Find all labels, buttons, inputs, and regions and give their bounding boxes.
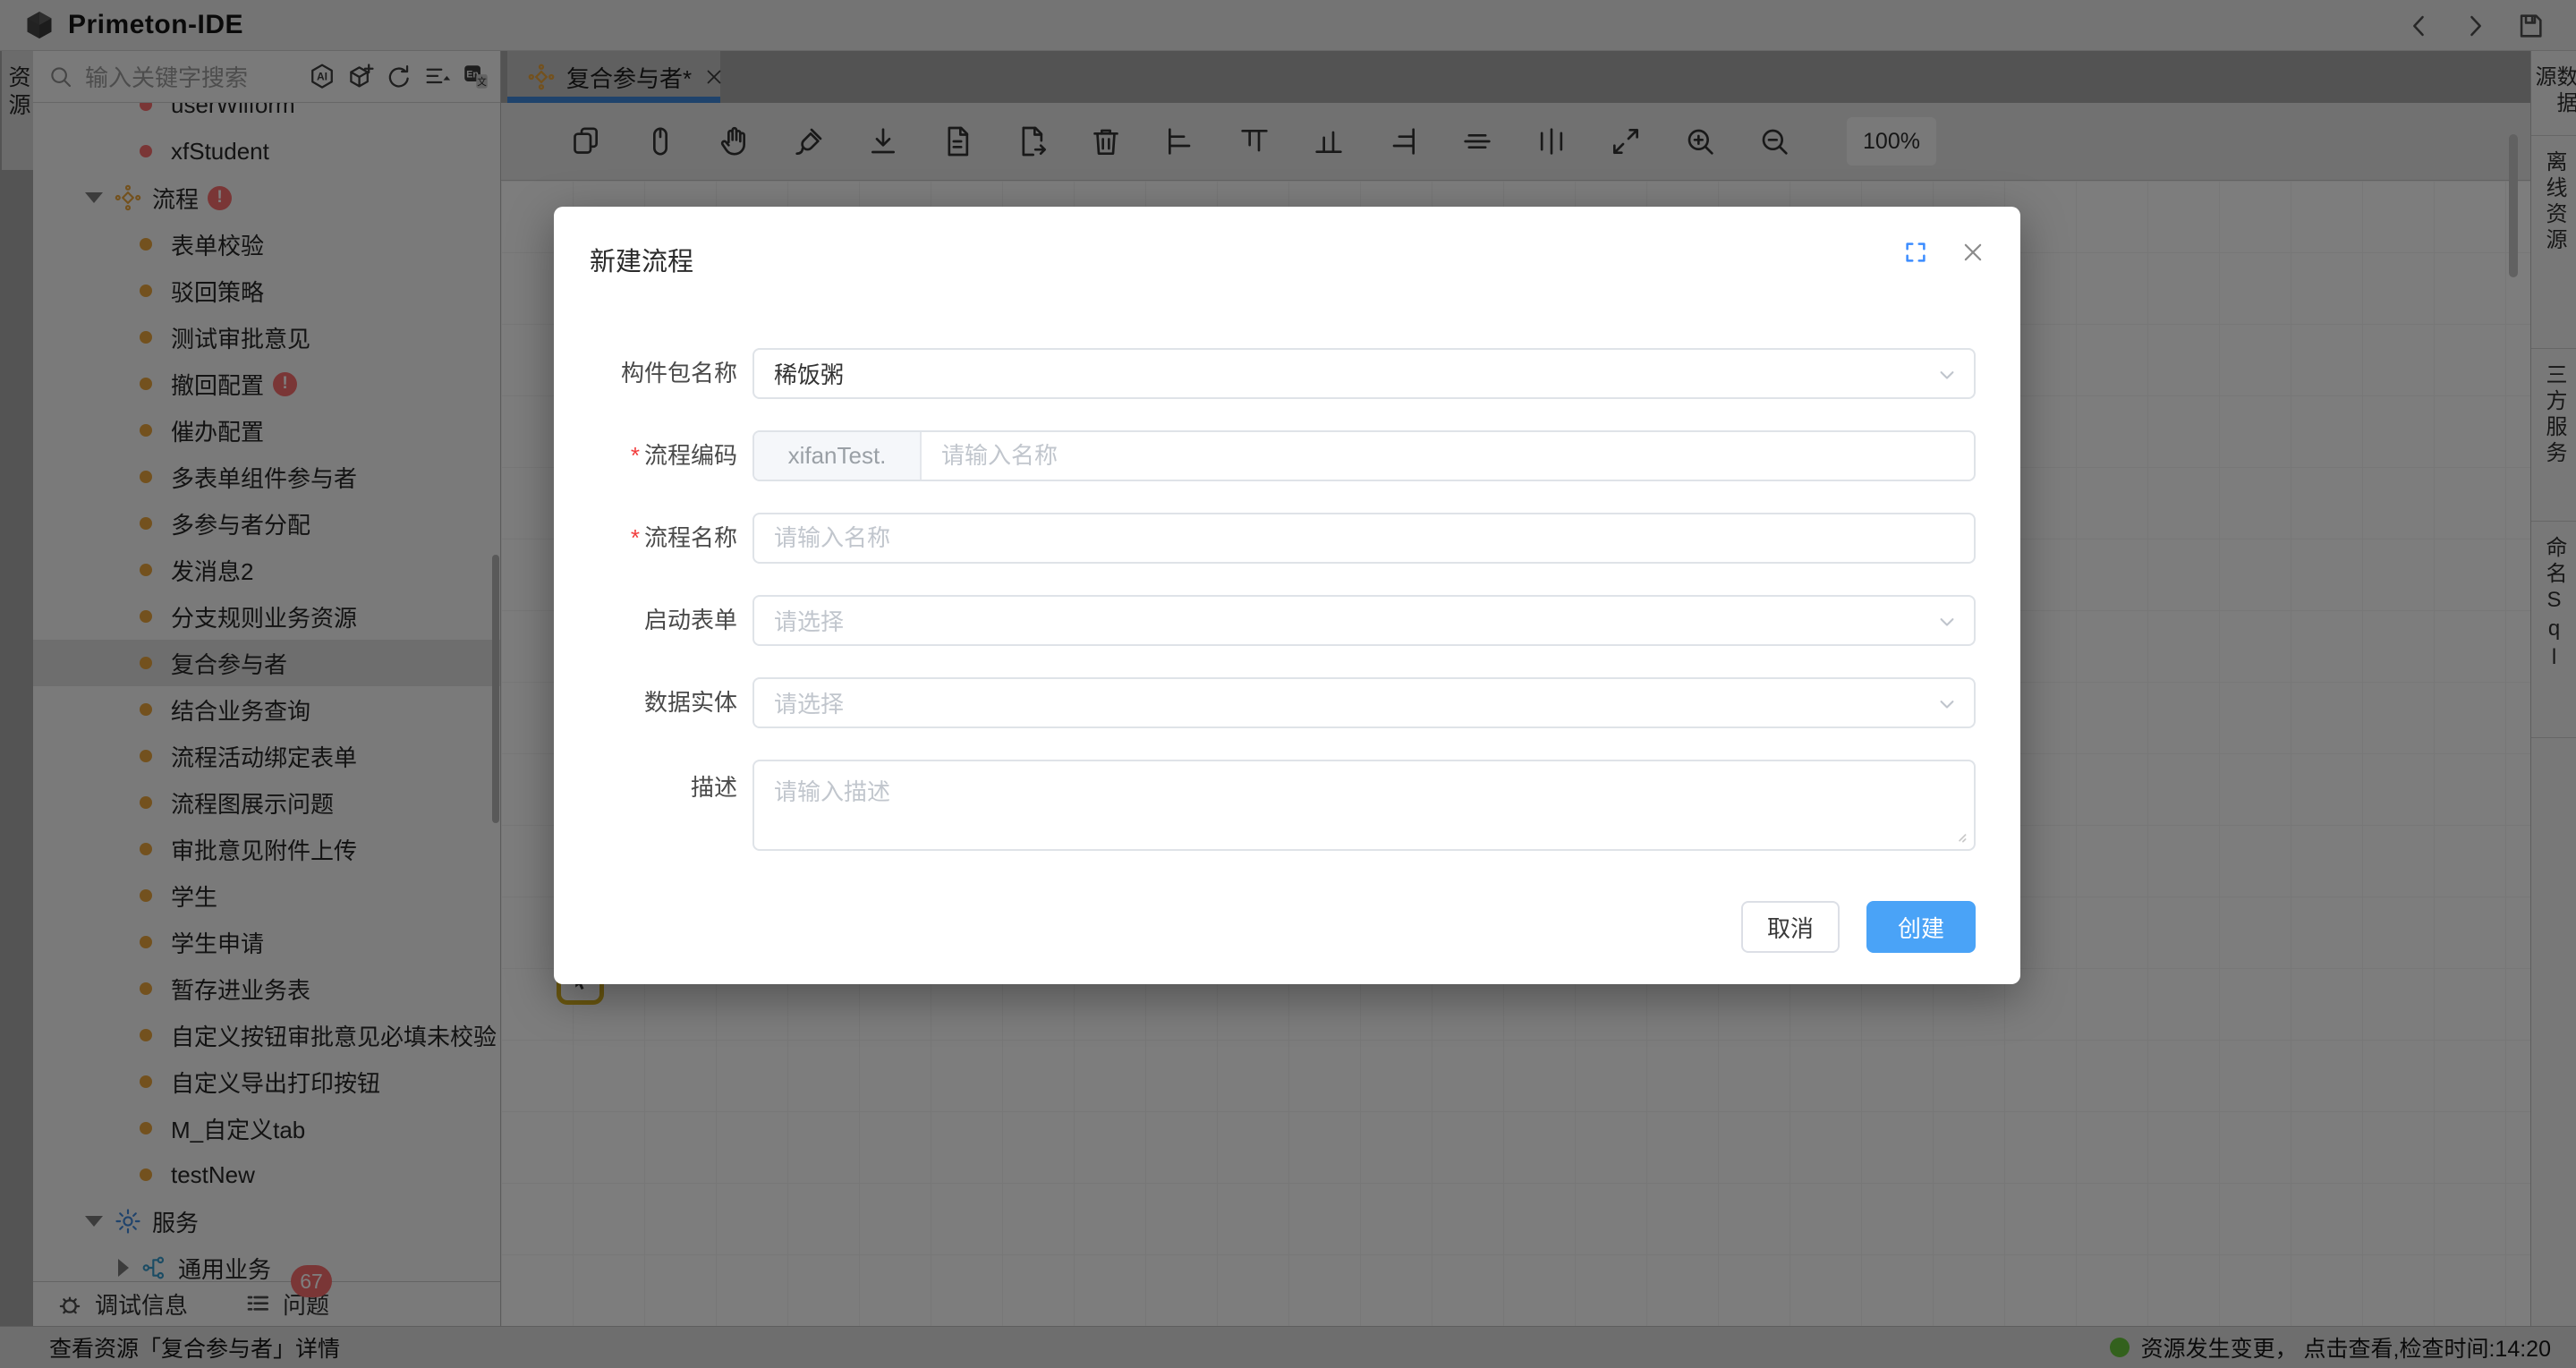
field-label: 数据实体 bbox=[576, 677, 737, 728]
start-form-select[interactable]: 请选择 bbox=[752, 595, 1976, 646]
chevron-down-icon bbox=[1934, 362, 1960, 387]
process-name-field bbox=[752, 513, 1976, 564]
required-mark: * bbox=[631, 442, 640, 469]
new-process-dialog: 新建流程 构件包名称 稀饭粥 *流程编码 xifanTest. bbox=[554, 207, 2020, 984]
process-code-field: xifanTest. bbox=[752, 430, 1976, 481]
field-label: 流程名称 bbox=[644, 524, 737, 551]
process-code-input[interactable] bbox=[922, 432, 1974, 480]
primeton-ide-app: Primeton-IDE 资源 输入关键字搜索 AIEn文 userWilfor… bbox=[0, 0, 2576, 1368]
package-name-select[interactable]: 稀饭粥 bbox=[752, 348, 1976, 399]
required-mark: * bbox=[631, 524, 640, 551]
description-textarea[interactable] bbox=[754, 761, 1974, 849]
resize-handle-icon[interactable] bbox=[1947, 822, 1970, 845]
process-code-prefix: xifanTest. bbox=[754, 432, 922, 480]
field-row-package-name: 构件包名称 稀饭粥 bbox=[576, 348, 1976, 399]
process-name-input[interactable] bbox=[754, 514, 1974, 562]
description-field bbox=[752, 760, 1976, 851]
create-button[interactable]: 创建 bbox=[1866, 901, 1976, 953]
field-row-start-form: 启动表单 请选择 bbox=[576, 595, 1976, 646]
field-row-data-entity: 数据实体 请选择 bbox=[576, 677, 1976, 728]
close-icon[interactable] bbox=[1960, 239, 1986, 266]
chevron-down-icon bbox=[1934, 692, 1960, 717]
data-entity-select[interactable]: 请选择 bbox=[752, 677, 1976, 728]
field-row-process-name: *流程名称 bbox=[576, 513, 1976, 564]
chevron-down-icon bbox=[1934, 609, 1960, 634]
dialog-title: 新建流程 bbox=[590, 241, 693, 278]
field-label: 描述 bbox=[576, 760, 737, 801]
field-row-description: 描述 bbox=[576, 760, 1976, 851]
fullscreen-icon[interactable] bbox=[1902, 239, 1929, 266]
field-label: 启动表单 bbox=[576, 595, 737, 646]
field-label: 流程编码 bbox=[644, 442, 737, 469]
cancel-button[interactable]: 取消 bbox=[1741, 901, 1840, 953]
field-label: 构件包名称 bbox=[576, 348, 737, 399]
field-row-process-code: *流程编码 xifanTest. bbox=[576, 430, 1976, 481]
